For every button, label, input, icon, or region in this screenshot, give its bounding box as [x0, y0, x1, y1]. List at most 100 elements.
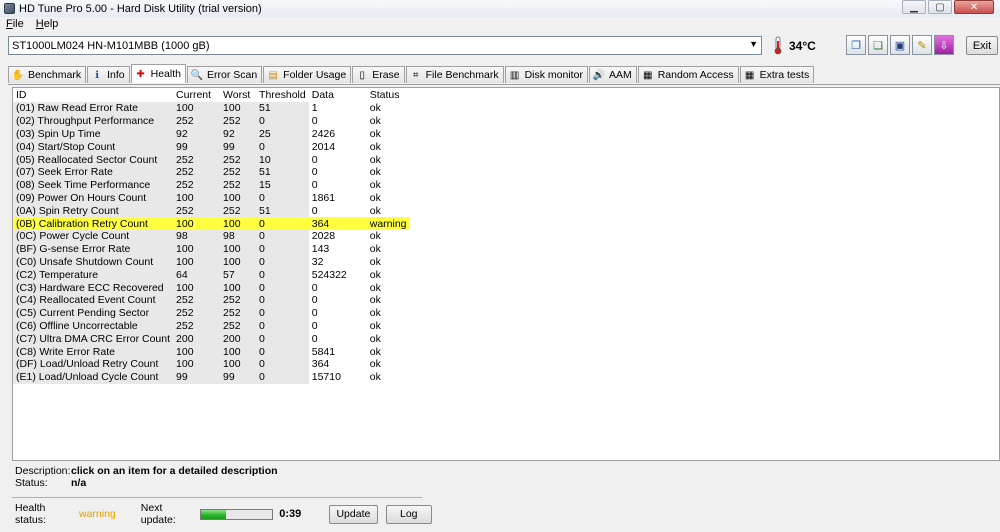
table-row[interactable]: (C3) Hardware ECC Recovered 100 100 0 0 ok [13, 281, 410, 294]
cell-current: 100 [173, 242, 221, 256]
cell-threshold: 0 [256, 293, 309, 307]
window-controls: ▁ ▢ ✕ [900, 0, 994, 14]
maximize-button[interactable]: ▢ [928, 0, 952, 14]
column-header-id[interactable]: ID [13, 88, 174, 102]
cell-worst: 100 [220, 255, 257, 269]
tab-folder-usage[interactable]: ▤ Folder Usage [263, 66, 352, 83]
table-row[interactable]: (0A) Spin Retry Count 252 252 51 0 ok [13, 204, 410, 218]
table-row[interactable]: (C8) Write Error Rate 100 100 0 5841 ok [13, 345, 410, 358]
cell-data: 2028 [308, 229, 367, 243]
minimize-button[interactable]: ▁ [902, 0, 926, 14]
close-button[interactable]: ✕ [954, 0, 994, 14]
table-row[interactable]: (04) Start/Stop Count 99 99 0 2014 ok [13, 140, 410, 154]
save-button[interactable]: ▣ [890, 35, 910, 55]
cell-status: ok [366, 242, 410, 256]
copy-info-button[interactable]: ❐ [846, 35, 866, 55]
options-button[interactable]: ✎ [912, 35, 932, 55]
tab-info[interactable]: ℹ Info [87, 66, 130, 83]
cell-current: 100 [173, 255, 221, 269]
table-row[interactable]: (03) Spin Up Time 92 92 25 2426 ok [13, 127, 410, 141]
cell-data: 0 [308, 153, 367, 166]
table-row[interactable]: (C2) Temperature 64 57 0 524322 ok [13, 268, 410, 282]
column-header-current[interactable]: Current [173, 88, 221, 102]
tab-label: Erase [372, 69, 400, 81]
tab-aam[interactable]: 🔊 AAM [588, 66, 637, 83]
drive-dropdown[interactable]: ST1000LM024 HN-M101MBB (1000 gB) ▼ [8, 36, 762, 55]
table-row[interactable]: (C5) Current Pending Sector 252 252 0 0 ok [13, 306, 410, 320]
tab-health[interactable]: ✚ Health [130, 64, 186, 83]
status-value: n/a [71, 477, 87, 489]
table-row[interactable]: (BF) G-sense Error Rate 100 100 0 143 ok [13, 242, 410, 256]
file-benchmark-icon: ⌗ [412, 69, 419, 81]
cell-current: 99 [173, 140, 221, 154]
copy-icon: ❐ [851, 39, 861, 52]
tab-file-benchmark[interactable]: ⌗ File Benchmark [405, 66, 504, 83]
cell-worst: 100 [220, 191, 257, 205]
cell-worst: 98 [220, 229, 257, 243]
tab-error-scan[interactable]: 🔍 Error Scan [186, 66, 263, 83]
cell-data: 0 [308, 204, 367, 218]
cell-data: 524322 [308, 268, 367, 282]
table-row[interactable]: (01) Raw Read Error Rate 100 100 51 1 ok [13, 102, 410, 115]
table-row[interactable]: (C7) Ultra DMA CRC Error Count 200 200 0 0 ok [13, 332, 410, 346]
cell-current: 99 [173, 370, 221, 384]
app-icon [4, 3, 15, 14]
cell-status: ok [366, 102, 410, 115]
menu-help[interactable]: Help [30, 18, 65, 30]
temperature-readout: 34°C [789, 39, 816, 53]
column-header-data[interactable]: Data [308, 88, 367, 102]
next-update-label: Next update: [140, 502, 176, 526]
column-header-status[interactable]: Status [366, 88, 410, 102]
cell-status: ok [366, 165, 410, 179]
table-row[interactable]: (DF) Load/Unload Retry Count 100 100 0 364 ok [13, 357, 410, 371]
exit-button[interactable]: Exit [966, 36, 998, 55]
tab-erase[interactable]: ▯ Erase [352, 66, 405, 83]
wrench-icon: ✎ [917, 39, 927, 52]
log-button[interactable]: Log [385, 504, 432, 524]
tab-random-access[interactable]: ▦ Random Access [637, 66, 739, 83]
cell-data: 5841 [308, 345, 367, 358]
cell-current: 92 [173, 127, 221, 141]
copy-text-button[interactable]: ❏ [868, 35, 888, 55]
table-row[interactable]: (C0) Unsafe Shutdown Count 100 100 0 32 ok [13, 255, 410, 269]
tab-extra-tests[interactable]: ▦ Extra tests [739, 66, 815, 83]
table-row[interactable]: (09) Power On Hours Count 100 100 0 1861 ok [13, 191, 410, 205]
table-row[interactable]: (07) Seek Error Rate 252 252 51 0 ok [13, 165, 410, 179]
cell-status: ok [366, 370, 410, 384]
download-button[interactable]: ⇩ [934, 35, 954, 55]
cell-id: (DF) Load/Unload Retry Count [13, 357, 174, 371]
chevron-down-icon[interactable]: ▼ [749, 39, 758, 49]
window-title: HD Tune Pro 5.00 - Hard Disk Utility (tr… [19, 2, 262, 15]
cell-current: 252 [173, 153, 221, 166]
table-row[interactable]: (0B) Calibration Retry Count 100 100 0 364 wa… [13, 217, 410, 230]
cell-worst: 252 [220, 319, 257, 333]
cell-worst: 99 [220, 140, 257, 154]
column-header-worst[interactable]: Worst [220, 88, 257, 102]
cell-threshold: 0 [256, 319, 309, 333]
column-header-threshold[interactable]: Threshold [256, 88, 309, 102]
arrow-down-icon: ⇩ [939, 39, 949, 52]
menu-file[interactable]: File [0, 18, 30, 30]
smart-table-view[interactable]: ID Current Worst Threshold Data Status (… [12, 87, 1000, 461]
table-row[interactable]: (C4) Reallocated Event Count 252 252 0 0 ok [13, 293, 410, 307]
update-button[interactable]: Update [329, 504, 378, 524]
table-row[interactable]: (E1) Load/Unload Cycle Count 99 99 0 15710 ok [13, 370, 410, 384]
table-row[interactable]: (02) Throughput Performance 252 252 0 0 ok [13, 114, 410, 128]
cell-status: ok [366, 332, 410, 346]
menu-file-accel: F [6, 18, 13, 30]
cell-status: ok [366, 229, 410, 243]
table-row[interactable]: (C6) Offline Uncorrectable 252 252 0 0 ok [13, 319, 410, 333]
cell-data: 15710 [308, 370, 367, 384]
cell-current: 252 [173, 114, 221, 128]
tab-disk-monitor[interactable]: ▥ Disk monitor [504, 66, 588, 83]
table-row[interactable]: (05) Reallocated Sector Count 252 252 10 0 ok [13, 153, 410, 166]
cell-current: 100 [173, 102, 221, 115]
table-row[interactable]: (0C) Power Cycle Count 98 98 0 2028 ok [13, 229, 410, 243]
cell-worst: 252 [220, 165, 257, 179]
table-row[interactable]: (08) Seek Time Performance 252 252 15 0 ok [13, 178, 410, 192]
cell-id: (03) Spin Up Time [13, 127, 174, 141]
tab-label: Random Access [657, 69, 734, 81]
tab-benchmark[interactable]: ✋ Benchmark [8, 66, 87, 83]
cell-threshold: 0 [256, 357, 309, 371]
cell-worst: 92 [220, 127, 257, 141]
